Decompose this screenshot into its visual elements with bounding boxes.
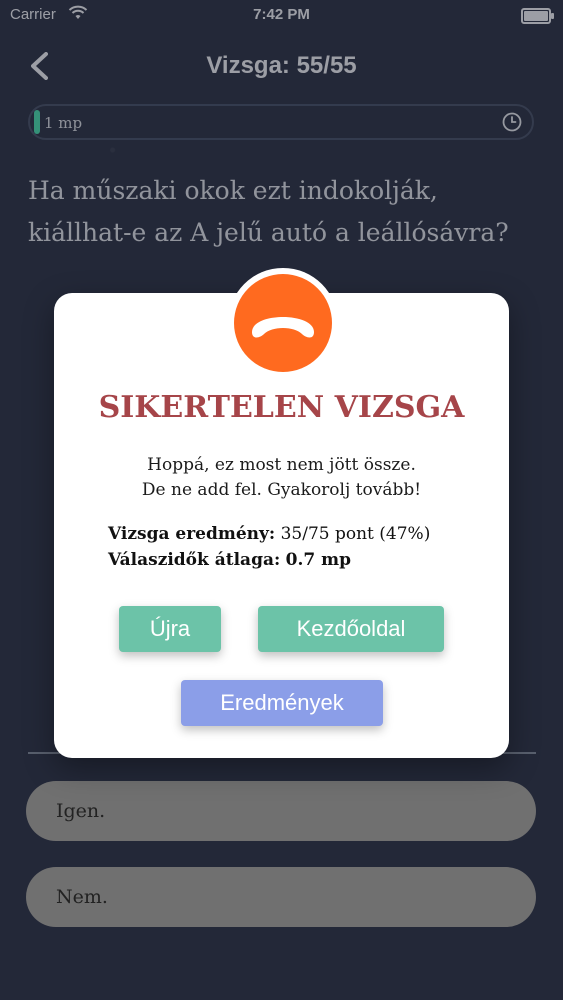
score-row: Vizsga eredmény: 35/75 pont (47%) <box>108 521 430 547</box>
average-time-value: 0.7 mp <box>285 550 352 570</box>
answer-label: Igen. <box>56 800 106 822</box>
home-button[interactable]: Kezdőoldal <box>258 606 444 652</box>
answer-option-no[interactable]: Nem. <box>26 867 536 927</box>
clock-icon <box>502 112 522 132</box>
average-time-row: Válaszidők átlaga: 0.7 mp <box>108 547 430 573</box>
page-title: Vizsga: 55/55 <box>206 52 357 79</box>
result-title: SIKERTELEN VIZSGA <box>98 390 465 425</box>
exam-result-dialog: SIKERTELEN VIZSGA Hoppá, ez most nem jöt… <box>54 268 509 758</box>
answer-option-yes[interactable]: Igen. <box>26 781 536 841</box>
score-label: Vizsga eredmény: <box>108 524 276 544</box>
result-stats: Vizsga eredmény: 35/75 pont (47%) Válasz… <box>108 521 430 573</box>
answer-label: Nem. <box>56 886 108 908</box>
timer-label: 1 mp <box>44 114 83 132</box>
average-time-label: Válaszidők átlaga: <box>108 550 281 570</box>
timer-progress-bar: 1 mp <box>28 104 534 140</box>
result-icon-ring <box>228 268 338 378</box>
timer-progress-fill <box>34 110 40 134</box>
status-bar: Carrier 7:42 PM <box>0 0 563 30</box>
result-message: Hoppá, ez most nem jött össze. De ne add… <box>54 453 509 503</box>
results-button[interactable]: Eredmények <box>181 680 383 726</box>
question-text: Ha műszaki okok ezt indokolják, kiállhat… <box>28 176 509 247</box>
clock-time: 7:42 PM <box>253 6 310 23</box>
result-message-line: Hoppá, ez most nem jött össze. <box>147 455 416 475</box>
sad-face-icon <box>234 274 332 372</box>
battery-icon <box>521 8 554 24</box>
result-message-line: De ne add fel. Gyakorolj tovább! <box>141 480 422 500</box>
retry-button[interactable]: Újra <box>119 606 221 652</box>
score-value: 35/75 pont (47%) <box>280 524 431 544</box>
exam-screen: Carrier 7:42 PM Vizsga: 55/55 1 mp Ha mű… <box>0 0 563 1000</box>
